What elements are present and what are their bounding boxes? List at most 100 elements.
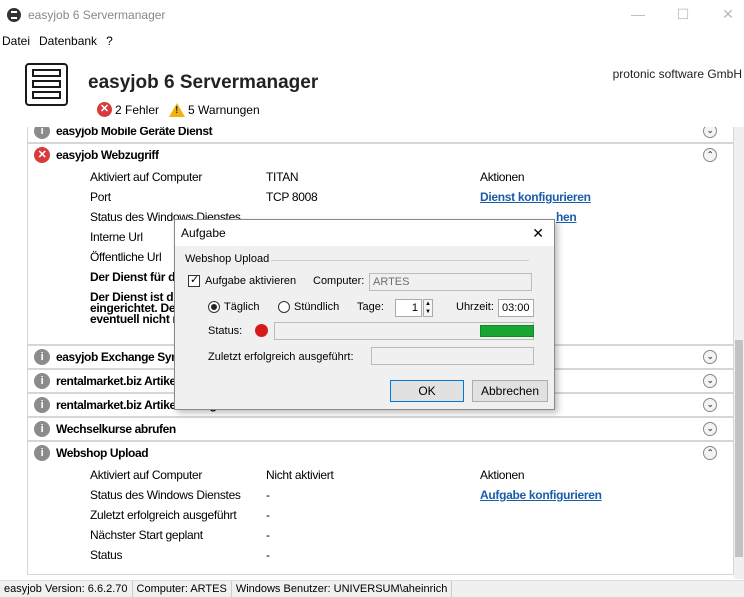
panel-title: easyjob Webzugriff: [56, 148, 159, 162]
label-zuletzt: Zuletzt erfolgreich ausgeführt: [90, 508, 237, 522]
status-computer: Computer: ARTES: [133, 581, 232, 597]
title-bar: easyjob 6 Servermanager — ☐ ✕: [0, 0, 744, 30]
stuendlich-radio[interactable]: [278, 301, 290, 313]
stuendlich-label: Stündlich: [294, 301, 340, 313]
company-name: protonic software GmbH: [612, 67, 742, 81]
tage-input[interactable]: 1: [395, 299, 422, 317]
chevron-up-icon[interactable]: ⌃: [703, 446, 717, 460]
warning-text: Der Dienst für d: [90, 270, 176, 284]
group-divider: [271, 260, 529, 261]
close-button[interactable]: ✕: [708, 0, 744, 30]
scrollbar[interactable]: [734, 127, 744, 579]
panel-mobile: i easyjob Mobile Geräte Dienst ⌄: [27, 127, 734, 143]
tage-stepper-icon[interactable]: ▲ ▼: [423, 299, 433, 317]
panel-header[interactable]: ✕ easyjob Webzugriff ⌃: [28, 144, 733, 166]
info-icon: i: [34, 397, 50, 413]
cancel-button[interactable]: Abbrechen: [472, 380, 548, 402]
window-title: easyjob 6 Servermanager: [28, 8, 166, 22]
panel-body: Aktiviert auf Computer Nicht aktiviert A…: [28, 464, 733, 574]
menu-bar: Datei Datenbank ?: [0, 30, 744, 52]
panel-title: rentalmarket.biz Artike: [56, 374, 176, 388]
panel-wechselkurse: i Wechselkurse abrufen ⌄: [27, 417, 734, 441]
info-icon: i: [34, 349, 50, 365]
panel-header[interactable]: i Webshop Upload ⌃: [28, 442, 733, 464]
checkbox-label: Aufgabe aktivieren: [205, 275, 297, 287]
warning-icon: [169, 102, 186, 117]
uhrzeit-label: Uhrzeit:: [456, 301, 494, 313]
server-logo-icon: [25, 63, 68, 106]
panel-header[interactable]: i Wechselkurse abrufen ⌄: [28, 418, 733, 440]
app-icon: [7, 8, 21, 22]
panel-header[interactable]: i easyjob Mobile Geräte Dienst ⌄: [28, 127, 733, 142]
value-port: TCP 8008: [266, 190, 318, 204]
status-version: easyjob Version: 6.6.2.70: [0, 581, 133, 597]
label-port: Port: [90, 190, 111, 204]
error-icon: ✕: [34, 147, 50, 163]
status-user: Windows Benutzer: UNIVERSUM\aheinrich: [232, 581, 453, 597]
ok-button[interactable]: OK: [390, 380, 464, 402]
last-run-label: Zuletzt erfolgreich ausgeführt:: [208, 351, 354, 363]
aufgabe-konfigurieren-link[interactable]: Aufgabe konfigurieren: [480, 488, 602, 502]
info-icon: i: [34, 373, 50, 389]
computer-label: Computer:: [313, 275, 365, 287]
close-icon[interactable]: ✕: [532, 220, 544, 246]
error-count[interactable]: 2 Fehler: [115, 103, 159, 117]
task-dialog: Aufgabe ✕ Webshop Upload Aufgabe aktivie…: [174, 219, 555, 410]
last-run-field: [371, 347, 534, 365]
value-naechster: -: [266, 528, 270, 542]
group-label: Webshop Upload: [185, 253, 270, 265]
dialog-title: Aufgabe: [181, 226, 226, 240]
maximize-button[interactable]: ☐: [663, 0, 703, 30]
computer-field[interactable]: ARTES: [369, 273, 532, 291]
error-summary: ✕ 2 Fehler 5 Warnungen: [97, 102, 260, 117]
label-aktiviert: Aktiviert auf Computer: [90, 468, 203, 482]
app-name: easyjob 6 Servermanager: [88, 72, 319, 93]
chevron-down-icon[interactable]: ⌄: [703, 398, 717, 412]
value-aktiviert: Nicht aktiviert: [266, 468, 334, 482]
status-label: Status:: [208, 325, 243, 337]
label-status2: Status: [90, 548, 123, 562]
panel-title: easyjob Exchange Syn: [56, 350, 179, 364]
warning-text: eventuell nicht n: [90, 312, 180, 326]
chevron-down-icon[interactable]: ⌄: [703, 422, 717, 436]
dienst-konfigurieren-link[interactable]: Dienst konfigurieren: [480, 190, 591, 204]
uhrzeit-input[interactable]: 03:00: [498, 299, 534, 317]
label-status: Status des Windows Dienstes: [90, 488, 241, 502]
taeglich-radio[interactable]: [208, 301, 220, 313]
panel-title: Wechselkurse abrufen: [56, 422, 176, 436]
label-aktiviert: Aktiviert auf Computer: [90, 170, 203, 184]
tage-label: Tage:: [357, 301, 384, 313]
error-icon: ✕: [97, 102, 112, 117]
menu-help[interactable]: ?: [106, 34, 113, 48]
panel-title: easyjob Mobile Geräte Dienst: [56, 127, 213, 138]
aufgabe-aktivieren-checkbox[interactable]: [188, 273, 200, 287]
status-error-icon: [255, 324, 268, 337]
panel-title: Webshop Upload: [56, 446, 149, 460]
label-naechster: Nächster Start geplant: [90, 528, 203, 542]
value-status: -: [266, 488, 270, 502]
minimize-button[interactable]: —: [618, 0, 658, 30]
aktionen-label: Aktionen: [480, 170, 525, 184]
taeglich-label: Täglich: [224, 301, 260, 313]
value-status2: -: [266, 548, 270, 562]
info-icon: i: [34, 127, 50, 139]
chevron-down-icon[interactable]: ⌄: [703, 350, 717, 364]
status-bar: easyjob Version: 6.6.2.70 Computer: ARTE…: [0, 580, 744, 597]
aktionen-label: Aktionen: [480, 468, 525, 482]
value-zuletzt: -: [266, 508, 270, 522]
menu-datei[interactable]: Datei: [2, 34, 30, 48]
secondary-link[interactable]: hen: [556, 210, 577, 224]
app-header: easyjob 6 Servermanager protonic softwar…: [0, 53, 744, 129]
status-progress-bar: [480, 325, 534, 337]
menu-datenbank[interactable]: Datenbank: [39, 34, 97, 48]
panel-webshop: i Webshop Upload ⌃ Aktiviert auf Compute…: [27, 441, 734, 575]
info-icon: i: [34, 445, 50, 461]
scrollbar-thumb[interactable]: [735, 340, 743, 557]
value-aktiviert: TITAN: [266, 170, 299, 184]
info-icon: i: [34, 421, 50, 437]
warning-count[interactable]: 5 Warnungen: [188, 103, 260, 117]
chevron-down-icon[interactable]: ⌄: [703, 127, 717, 138]
label-interne-url: Interne Url: [90, 230, 143, 244]
chevron-down-icon[interactable]: ⌄: [703, 374, 717, 388]
chevron-up-icon[interactable]: ⌃: [703, 148, 717, 162]
